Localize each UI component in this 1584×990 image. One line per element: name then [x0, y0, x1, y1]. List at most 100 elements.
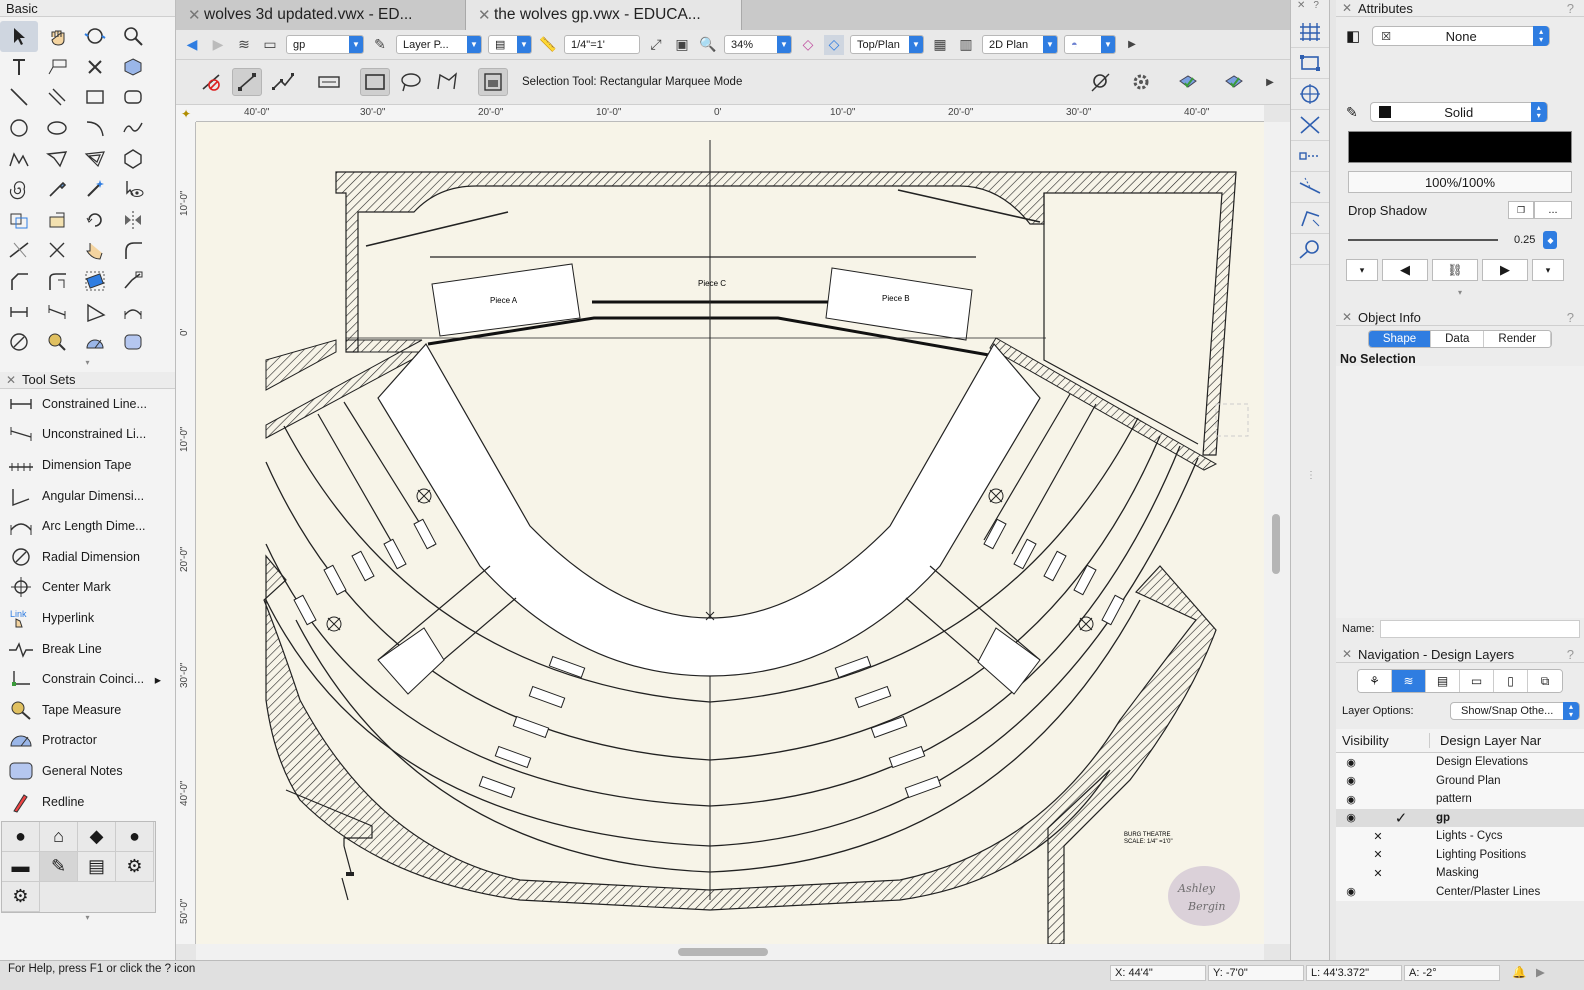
close-icon[interactable]: ✕ — [1342, 647, 1352, 661]
name-field[interactable] — [1380, 620, 1580, 638]
drawing-area[interactable]: Piece A Piece B Piece C BURG THEATRE SCA… — [196, 122, 1264, 945]
tool-regular-polygon[interactable] — [114, 143, 152, 174]
classes-view-icon[interactable]: ⚘ — [1358, 670, 1392, 692]
active-class-dropdown[interactable]: gp ▼ — [286, 35, 364, 54]
submenu-arrow-icon[interactable]: ▸ — [155, 672, 161, 687]
tool-attribute-mapping[interactable] — [38, 205, 76, 236]
tool-radial[interactable] — [0, 327, 38, 358]
tool-rounded-rectangle[interactable] — [114, 82, 152, 113]
tool-zoom[interactable] — [114, 21, 152, 52]
tool-angular-dimension[interactable] — [76, 296, 114, 327]
active-layer-dropdown[interactable]: Layer P... ▼ — [396, 35, 482, 54]
tab-render[interactable]: Render — [1484, 331, 1552, 347]
settings-gear-icon[interactable]: ⚙ — [2, 881, 40, 912]
tool-set-item[interactable]: Constrained Line... — [0, 389, 175, 420]
lasso-mode-icon[interactable] — [396, 68, 426, 96]
tool-rotate[interactable] — [76, 205, 114, 236]
tool-sets-collapse-handle[interactable]: ▾ — [0, 913, 175, 923]
tool-selection-arrow[interactable] — [0, 21, 38, 52]
polygon-marquee-mode-icon[interactable] — [432, 68, 462, 96]
objects-set-icon[interactable]: ◆ — [78, 821, 116, 852]
splitter-handle[interactable]: ⋮ — [1291, 470, 1331, 481]
tab-data[interactable]: Data — [1431, 331, 1485, 347]
layer-row[interactable]: ✕ Lighting Positions — [1336, 846, 1584, 865]
tool-callout[interactable] — [38, 52, 76, 83]
dims-notes-set-icon[interactable]: ✎ — [40, 851, 78, 882]
close-tab-icon[interactable]: ✕ — [478, 6, 491, 24]
layer-row[interactable]: ◉ ✓ gp — [1336, 808, 1584, 827]
layer-row[interactable]: ✕ Masking — [1336, 864, 1584, 883]
ruler-origin-icon[interactable]: ✦ — [176, 105, 196, 122]
snap-to-intersection-icon[interactable] — [1291, 110, 1329, 141]
close-icon[interactable]: ✕ — [1297, 0, 1305, 17]
visible-eye-icon[interactable]: ◉ — [1336, 885, 1366, 898]
invisible-x-icon[interactable]: ✕ — [1336, 848, 1392, 861]
tool-reshape[interactable] — [76, 235, 114, 266]
visible-eye-icon[interactable]: ◉ — [1336, 793, 1366, 806]
smart-points-icon[interactable] — [1291, 141, 1329, 172]
tab-wolves-gp[interactable]: ✕ the wolves gp.vwx - EDUCA... — [466, 0, 742, 30]
machine-design-set-icon[interactable]: ⚙ — [116, 851, 154, 882]
projection-dropdown[interactable]: ◓ ▼ — [1064, 35, 1116, 54]
tool-dimension[interactable] — [0, 296, 38, 327]
transform-mode-icon[interactable] — [478, 68, 508, 96]
tool-set-item[interactable]: Center Mark — [0, 572, 175, 603]
working-plane-icon[interactable]: ◇ — [798, 35, 818, 55]
visualization-set-icon[interactable]: ● — [2, 821, 40, 852]
tool-magic-wand[interactable] — [76, 174, 114, 205]
horizontal-scrollbar[interactable] — [196, 944, 1264, 960]
panel-toggle-icon[interactable]: ▶ — [1536, 965, 1545, 979]
zoom-icon[interactable]: 🔍 — [698, 35, 718, 55]
close-tab-icon[interactable]: ✕ — [188, 6, 201, 24]
tool-set-item[interactable]: Radial Dimension — [0, 542, 175, 573]
fit-to-objects-icon[interactable]: ⤢ — [646, 35, 666, 55]
tool-set-item[interactable]: Unconstrained Li... — [0, 419, 175, 450]
drop-shadow-toggle[interactable]: ❐ — [1508, 201, 1534, 219]
horizontal-scroll-thumb[interactable] — [678, 948, 768, 956]
detailing-set-icon[interactable]: ▤ — [78, 851, 116, 882]
tool-protractor[interactable] — [76, 327, 114, 358]
standard-views-dropdown[interactable]: Top/Plan ▼ — [850, 35, 924, 54]
fill-style-select[interactable]: ☒ None ▴ ▾ — [1372, 26, 1551, 46]
tab-wolves-3d-updated[interactable]: ✕ wolves 3d updated.vwx - ED... — [176, 0, 466, 30]
start-marker-icon[interactable]: ◀ — [1382, 259, 1428, 281]
tool-eraser[interactable] — [76, 266, 114, 297]
tool-rectangle[interactable] — [76, 82, 114, 113]
snap-to-angle-icon[interactable] — [1291, 79, 1329, 110]
tool-set-item[interactable]: Redline — [0, 786, 175, 817]
color-swatch-black[interactable] — [1348, 131, 1572, 163]
updown-chevron-icon[interactable]: ◆ — [1543, 231, 1558, 249]
layer-stack-icon[interactable]: ▦ — [930, 35, 950, 55]
help-icon[interactable]: ? — [1313, 0, 1319, 17]
tool-locus[interactable] — [76, 52, 114, 83]
layer-row[interactable]: ◉ pattern — [1336, 790, 1584, 809]
tool-polygon[interactable] — [38, 143, 76, 174]
end-marker-icon[interactable]: ▶ — [1482, 259, 1528, 281]
multiple-object-scaling-icon[interactable] — [268, 68, 298, 96]
visibility-column-header[interactable]: Visibility — [1336, 733, 1430, 748]
invisible-x-icon[interactable]: ✕ — [1336, 867, 1392, 880]
tool-set-item[interactable]: Break Line — [0, 633, 175, 664]
tool-tape-measure[interactable] — [38, 327, 76, 358]
smart-edge-icon[interactable] — [1291, 172, 1329, 203]
tool-split[interactable] — [38, 235, 76, 266]
visible-eye-icon[interactable]: ◉ — [1336, 811, 1366, 824]
object-lock-icon[interactable] — [1214, 68, 1254, 96]
tool-chamfer[interactable] — [0, 266, 38, 297]
magnet-snap-icon[interactable] — [1086, 68, 1116, 96]
tool-freehand[interactable] — [114, 113, 152, 144]
render-mode-dropdown[interactable]: 2D Plan ▼ — [982, 35, 1058, 54]
disable-snapping-mode-icon[interactable] — [196, 68, 226, 96]
snap-to-object-icon[interactable] — [1291, 48, 1329, 79]
layer-row[interactable]: ◉ Design Elevations — [1336, 753, 1584, 772]
tool-pan-hand[interactable] — [38, 21, 76, 52]
furniture-set-icon[interactable]: ▬ — [2, 851, 40, 882]
close-icon[interactable]: ✕ — [1342, 1, 1352, 15]
lighting-set-icon[interactable]: ● — [116, 821, 154, 852]
viewports-view-icon[interactable]: ▭ — [1460, 670, 1494, 692]
tool-set-item[interactable]: Link Hyperlink — [0, 603, 175, 634]
building-shell-set-icon[interactable]: ⌂ — [40, 821, 78, 852]
tool-set-item[interactable]: Arc Length Dime... — [0, 511, 175, 542]
visible-eye-icon[interactable]: ◉ — [1336, 756, 1366, 769]
back-arrow-icon[interactable]: ◀ — [182, 35, 202, 55]
